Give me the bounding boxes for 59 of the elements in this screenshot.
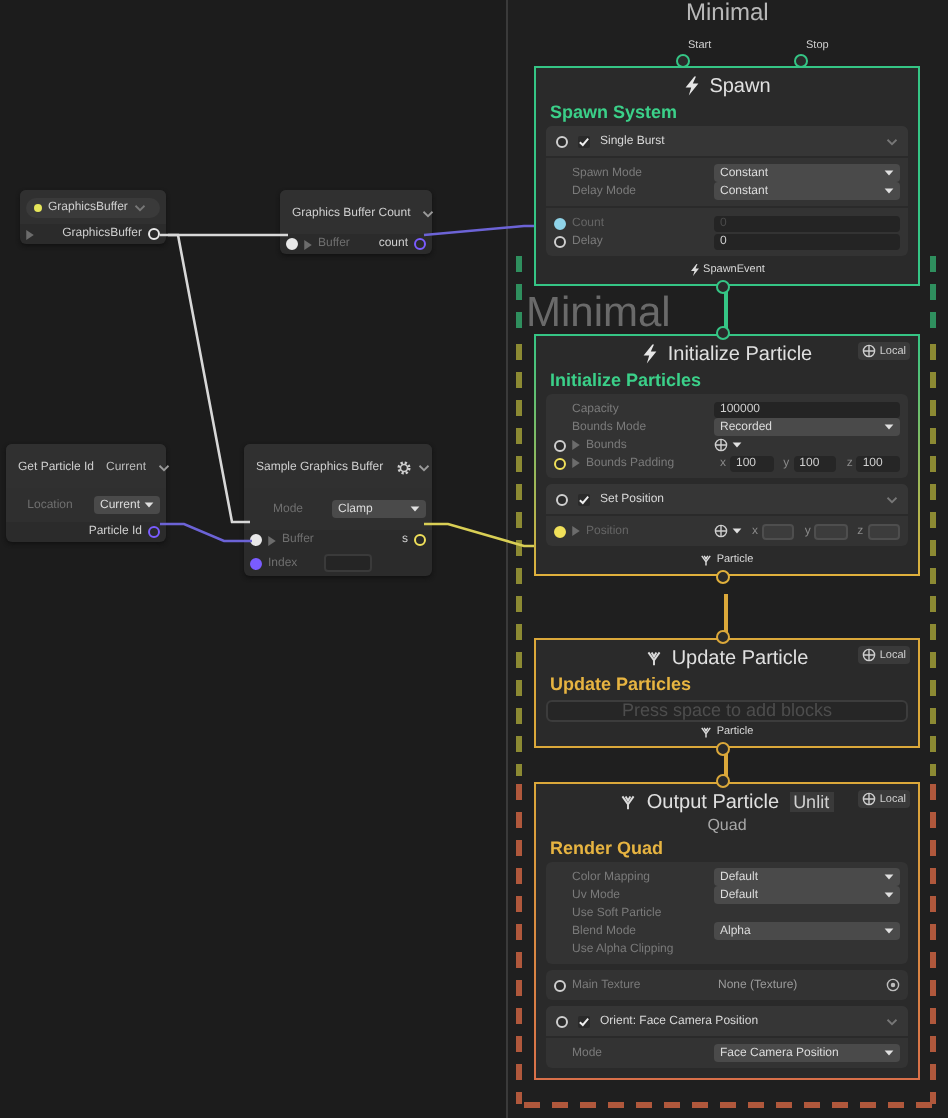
graph-title: Minimal xyxy=(686,0,769,26)
caret-icon[interactable] xyxy=(158,461,171,473)
checkbox[interactable] xyxy=(578,135,590,147)
dropdown-arrow-icon xyxy=(732,440,742,450)
checkbox[interactable] xyxy=(578,1015,590,1027)
lightning-icon xyxy=(689,264,700,276)
caret-icon[interactable] xyxy=(886,1015,898,1027)
gear-icon[interactable] xyxy=(395,459,412,475)
expand-arrow-icon xyxy=(572,526,580,536)
port[interactable] xyxy=(794,54,809,68)
context-title: Output Particle xyxy=(646,791,780,813)
lightning-icon xyxy=(641,344,658,364)
port[interactable] xyxy=(554,217,566,229)
globe-icon xyxy=(861,344,876,358)
fork-icon xyxy=(620,794,637,810)
caret-icon xyxy=(133,201,146,213)
caret-icon[interactable] xyxy=(417,461,430,473)
dropdown-arrow-icon xyxy=(732,526,742,536)
caret-icon[interactable] xyxy=(886,135,898,147)
port[interactable] xyxy=(716,280,730,294)
expand-arrow-icon xyxy=(26,229,34,239)
port[interactable] xyxy=(716,630,730,644)
fork-icon xyxy=(700,726,713,738)
number-field[interactable] xyxy=(814,523,848,539)
number-field[interactable] xyxy=(762,523,795,539)
fork-icon xyxy=(700,554,713,566)
context-heading: Update Particles xyxy=(548,672,694,698)
globe-icon[interactable] xyxy=(714,438,728,452)
dropdown-arrow-icon xyxy=(884,1048,894,1058)
dropdown-arrow-icon xyxy=(410,504,420,514)
port[interactable] xyxy=(676,54,691,68)
dropdown-arrow-icon xyxy=(884,926,894,936)
number-field[interactable] xyxy=(867,523,900,539)
globe-icon xyxy=(861,648,876,662)
lightning-icon xyxy=(683,76,700,96)
dropdown-arrow-icon xyxy=(144,500,154,510)
port[interactable] xyxy=(716,742,730,756)
type-label: Unlit xyxy=(789,792,834,812)
context-title: Initialize Particle xyxy=(667,343,813,365)
target-icon[interactable] xyxy=(886,978,900,992)
context-title: Update Particle xyxy=(671,647,809,669)
context-heading: Spawn System xyxy=(548,100,680,126)
expand-arrow-icon xyxy=(268,535,276,545)
globe-icon xyxy=(861,792,876,806)
port[interactable] xyxy=(716,774,730,788)
context-heading: Initialize Particles xyxy=(548,368,704,394)
port[interactable] xyxy=(716,326,730,340)
caret-icon[interactable] xyxy=(422,207,435,219)
expand-arrow-icon xyxy=(304,239,312,249)
port[interactable] xyxy=(716,570,730,584)
checkbox[interactable] xyxy=(578,493,590,505)
system-label: Minimal xyxy=(526,292,671,334)
globe-icon[interactable] xyxy=(714,524,728,538)
context-title: Spawn xyxy=(709,75,771,97)
context-heading: Render Quad xyxy=(548,836,666,862)
dropdown-arrow-icon xyxy=(884,422,894,432)
context-subtitle: Quad xyxy=(705,816,749,834)
caret-icon[interactable] xyxy=(886,493,898,505)
fork-icon xyxy=(645,650,662,666)
